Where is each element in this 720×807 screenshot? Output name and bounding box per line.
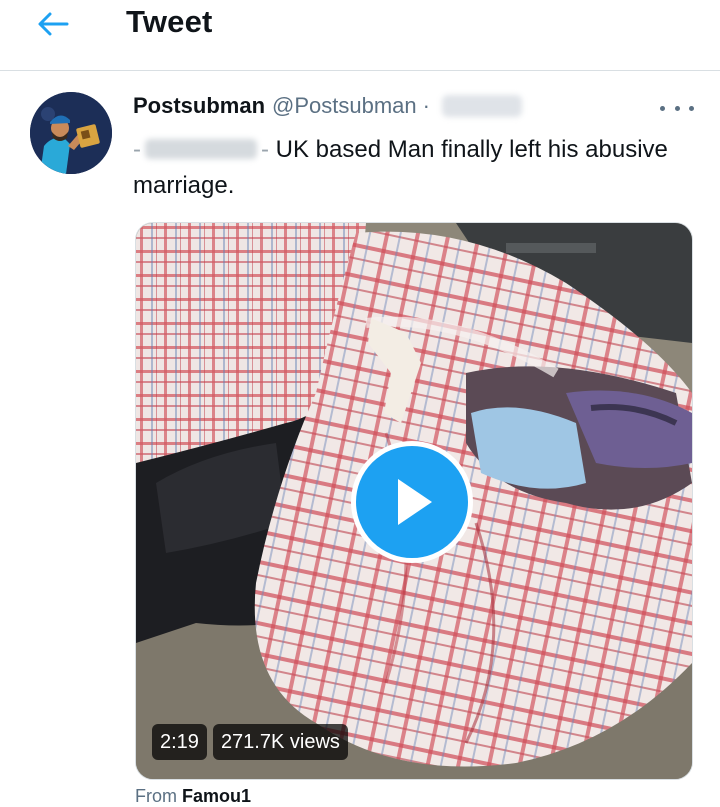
more-dot xyxy=(674,105,680,111)
author-name[interactable]: Postsubman xyxy=(133,93,265,119)
redacted-word xyxy=(145,139,257,159)
play-button[interactable] xyxy=(351,441,473,563)
more-dot xyxy=(689,105,694,111)
video-duration: 2:19 xyxy=(152,724,207,760)
arrow-left-icon xyxy=(38,12,69,36)
avatar[interactable] xyxy=(30,92,112,174)
video-player[interactable]: 2:19 271.7K views xyxy=(135,222,693,780)
source-account[interactable]: Famou1 xyxy=(182,786,251,806)
avatar-image xyxy=(30,92,112,174)
author-handle[interactable]: @Postsubman xyxy=(272,93,417,119)
video-views: 271.7K views xyxy=(212,724,348,760)
back-button[interactable] xyxy=(28,4,78,44)
text-prefix: - xyxy=(133,136,141,163)
top-bar: Tweet xyxy=(0,0,720,71)
video-meta: 2:19 271.7K views xyxy=(152,724,348,760)
tweet-text: -- UK based Man finally left his abusive… xyxy=(133,132,703,204)
more-options-button[interactable] xyxy=(660,100,694,116)
redacted-date xyxy=(441,95,522,117)
more-horizontal-icon xyxy=(660,105,665,111)
page-title: Tweet xyxy=(126,4,213,39)
play-icon xyxy=(398,479,432,525)
tweet-author-line: Postsubman @Postsubman · xyxy=(133,93,522,119)
text-dash: - xyxy=(261,136,269,163)
source-label: From xyxy=(135,786,177,806)
separator-dot: · xyxy=(422,93,430,118)
